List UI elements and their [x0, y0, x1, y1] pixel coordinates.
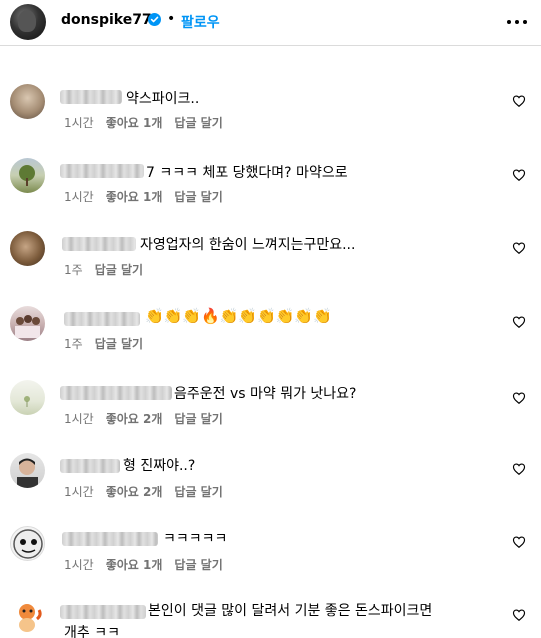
comment-time: 1시간 — [64, 116, 94, 130]
heart-outline-icon[interactable] — [512, 168, 526, 182]
comment-likes[interactable]: 좋아요 1개 — [106, 558, 163, 572]
comment-likes[interactable]: 좋아요 1개 — [106, 190, 163, 204]
reply-button[interactable]: 답글 달기 — [174, 558, 222, 572]
separator-dot: • — [167, 11, 176, 27]
comment-item: 음주운전 vs 마약 뭐가 낫나요? 1시간 좋아요 2개 답글 달기 — [0, 377, 541, 451]
post-header: donspike77 • 팔로우 — [0, 0, 541, 46]
heart-outline-icon[interactable] — [512, 315, 526, 329]
comment-meta: 1주 답글 달기 — [64, 261, 155, 278]
comment-text: ㅋㅋㅋㅋㅋ — [163, 531, 228, 547]
commenter-avatar[interactable] — [10, 526, 45, 561]
comment-text: 본인이 댓글 많이 달려서 기분 좋은 돈스파이크면 — [148, 603, 433, 619]
comment-item: 7 ㅋㅋㅋ 체포 당했다며? 마약으로 1시간 좋아요 1개 답글 달기 — [0, 155, 541, 229]
comment-item: 약스파이크.. 1시간 좋아요 1개 답글 달기 — [0, 81, 541, 155]
comment-time: 1시간 — [64, 485, 94, 499]
comment-time: 1시간 — [64, 558, 94, 572]
blurred-username — [60, 459, 120, 473]
blurred-username — [60, 90, 122, 104]
comment-item: 형 진짜야..? 1시간 좋아요 2개 답글 달기 — [0, 450, 541, 524]
blurred-username — [60, 605, 146, 619]
commenter-avatar[interactable] — [10, 599, 45, 634]
heart-outline-icon[interactable] — [512, 94, 526, 108]
comment-time: 1주 — [64, 337, 83, 351]
comment-item: 자영업자의 한숨이 느껴지는구만요... 1주 답글 달기 — [0, 228, 541, 302]
verified-badge-icon — [148, 13, 161, 26]
blurred-username — [60, 164, 144, 178]
comment-likes[interactable]: 좋아요 2개 — [106, 485, 163, 499]
blurred-username — [62, 237, 136, 251]
commenter-avatar[interactable] — [10, 84, 45, 119]
comment-likes[interactable]: 좋아요 1개 — [106, 116, 163, 130]
comment-meta: 1시간 좋아요 2개 답글 달기 — [64, 483, 235, 500]
heart-outline-icon[interactable] — [512, 391, 526, 405]
comment-meta: 1시간 좋아요 1개 답글 달기 — [64, 114, 235, 131]
reply-button[interactable]: 답글 달기 — [95, 337, 143, 351]
profile-avatar[interactable] — [10, 4, 46, 40]
heart-outline-icon[interactable] — [512, 241, 526, 255]
heart-outline-icon[interactable] — [512, 608, 526, 622]
comment-text: 👏👏👏🔥👏👏👏👏👏👏 — [145, 307, 332, 325]
commenter-avatar[interactable] — [10, 158, 45, 193]
comment-item: 본인이 댓글 많이 달려서 기분 좋은 돈스파이크면 개추 ㅋㅋ — [0, 596, 541, 638]
comment-meta: 1시간 좋아요 2개 답글 달기 — [64, 410, 235, 427]
comment-item: ㅋㅋㅋㅋㅋ 1시간 좋아요 1개 답글 달기 — [0, 523, 541, 597]
reply-button[interactable]: 답글 달기 — [174, 412, 222, 426]
follow-button[interactable]: 팔로우 — [181, 12, 220, 32]
comment-text: 자영업자의 한숨이 느껴지는구만요... — [140, 237, 356, 253]
comment-meta: 1시간 좋아요 1개 답글 달기 — [64, 188, 235, 205]
comment-meta: 1주 답글 달기 — [64, 335, 155, 352]
comment-text: 약스파이크.. — [126, 91, 200, 107]
blurred-username — [64, 312, 140, 326]
comment-text-line2: 개추 ㅋㅋ — [64, 625, 120, 638]
reply-button[interactable]: 답글 달기 — [174, 190, 222, 204]
reply-button[interactable]: 답글 달기 — [174, 485, 222, 499]
comment-likes[interactable]: 좋아요 2개 — [106, 412, 163, 426]
comment-time: 1시간 — [64, 190, 94, 204]
commenter-avatar[interactable] — [10, 306, 45, 341]
heart-outline-icon[interactable] — [512, 535, 526, 549]
reply-button[interactable]: 답글 달기 — [95, 263, 143, 277]
comment-text: 7 ㅋㅋㅋ 체포 당했다며? 마약으로 — [146, 165, 348, 181]
comment-meta: 1시간 좋아요 1개 답글 달기 — [64, 556, 235, 573]
profile-username[interactable]: donspike77 — [61, 12, 152, 28]
commenter-avatar[interactable] — [10, 453, 45, 488]
reply-button[interactable]: 답글 달기 — [174, 116, 222, 130]
comment-item: 👏👏👏🔥👏👏👏👏👏👏 1주 답글 달기 — [0, 303, 541, 377]
commenter-avatar[interactable] — [10, 380, 45, 415]
comment-time: 1시간 — [64, 412, 94, 426]
blurred-username — [60, 386, 172, 400]
more-options-icon[interactable] — [505, 11, 529, 33]
commenter-avatar[interactable] — [10, 231, 45, 266]
heart-outline-icon[interactable] — [512, 462, 526, 476]
blurred-username — [62, 532, 158, 546]
comment-text: 음주운전 vs 마약 뭐가 낫나요? — [174, 386, 357, 402]
comment-text: 형 진짜야..? — [123, 458, 196, 474]
comment-time: 1주 — [64, 263, 83, 277]
